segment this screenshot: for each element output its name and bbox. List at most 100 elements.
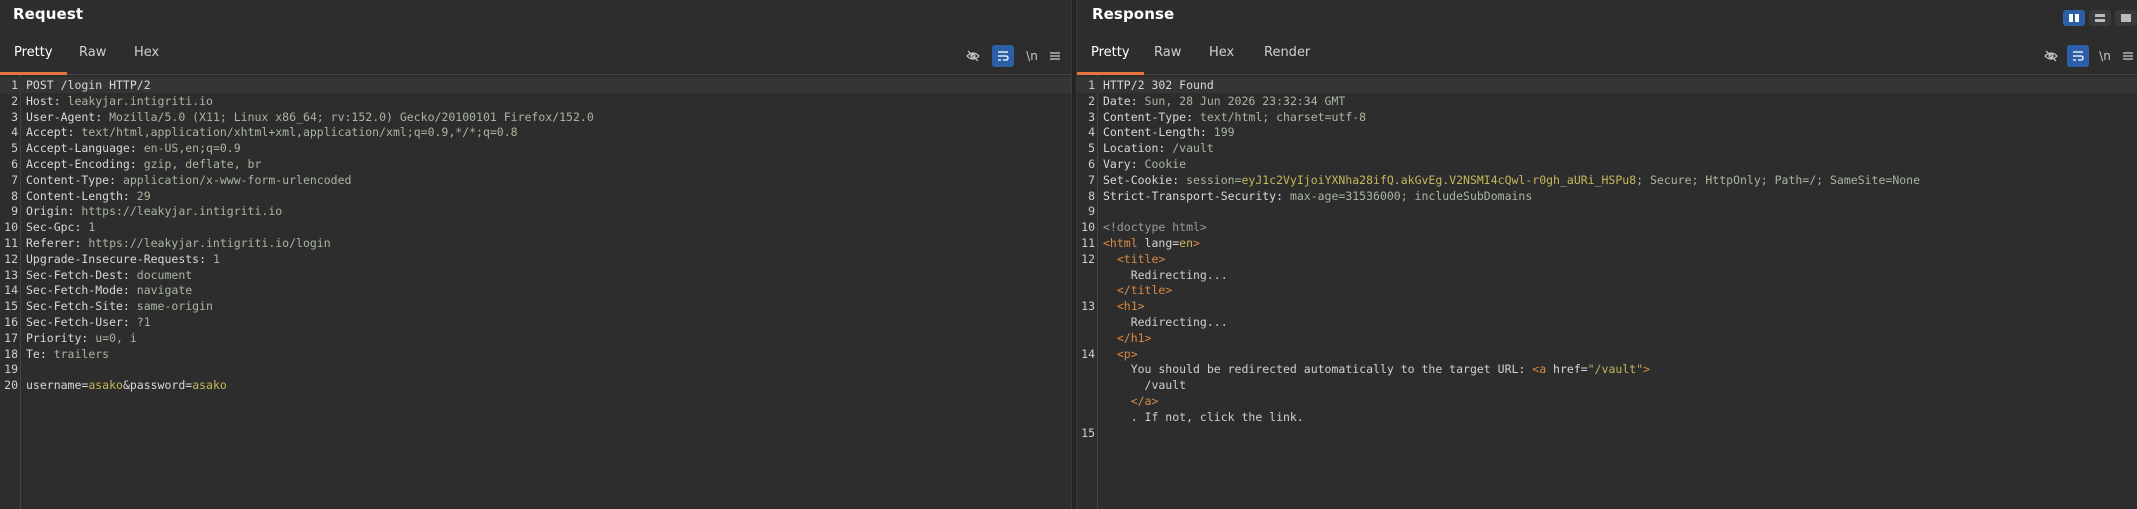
- code-token: Sec-Fetch-Dest:: [26, 267, 137, 282]
- line-number: 13: [1081, 299, 1095, 314]
- code-token: username=: [26, 378, 89, 393]
- response-tab-render[interactable]: Render: [1250, 38, 1324, 72]
- code-text: Host: leakyjar.intigriti.io: [26, 93, 213, 109]
- request-tab-pretty[interactable]: Pretty: [0, 38, 67, 75]
- response-editor[interactable]: 1 HTTP/2 302 Found 2 Date: Sun, 28 Jun 2026…: [1077, 75, 2137, 509]
- code-token: Content-Type:: [26, 172, 123, 187]
- code-token: 1: [212, 251, 220, 266]
- code-line: 2 Host: leakyjar.intigriti.io: [0, 93, 1071, 109]
- code-line: 14 <p>: [1077, 346, 2137, 362]
- line-number: 9: [11, 204, 18, 219]
- line-number: 5: [11, 141, 18, 156]
- request-pane: Request Pretty Raw Hex \n 1 POST /login H…: [0, 0, 1071, 509]
- code-token: Cookie: [1144, 157, 1187, 171]
- code-line: 17 Priority: u=0, i: [0, 330, 1071, 346]
- code-line: 6 Vary: Cookie: [1077, 156, 2137, 172]
- code-token: trailers: [53, 346, 110, 361]
- code-token: Date:: [1103, 93, 1145, 108]
- code-line: 12 <title>: [1077, 251, 2137, 267]
- code-line: 3 Content-Type: text/html; charset=utf-8: [1077, 109, 2137, 125]
- tabs-layout-icon[interactable]: [2115, 10, 2137, 26]
- code-token: <a: [1532, 362, 1554, 377]
- code-token: u=0, i: [95, 330, 137, 345]
- code-token: >: [1643, 362, 1650, 377]
- line-number: 1: [1088, 78, 1095, 92]
- split-vertical-icon[interactable]: [2089, 10, 2111, 26]
- code-token: User-Agent:: [26, 109, 110, 124]
- hide-icon[interactable]: [962, 45, 984, 67]
- code-line: </a>: [1077, 393, 2137, 409]
- line-number: 20: [4, 378, 18, 393]
- code-text: <html lang=en>: [1103, 235, 1200, 251]
- code-token: text/html; charset=utf-8: [1199, 109, 1367, 124]
- code-token: Set-Cookie:: [1103, 172, 1187, 187]
- code-token: Host:: [26, 93, 68, 108]
- split-horizontal-icon[interactable]: [2063, 10, 2085, 26]
- code-token: Sun, 28 Jun 2026 23:32:34 GMT: [1144, 93, 1346, 108]
- code-text: Sec-Fetch-Mode: navigate: [26, 282, 192, 298]
- code-token: navigate: [136, 283, 193, 298]
- code-text: HTTP/2 302 Found: [1103, 77, 1214, 93]
- code-text: You should be redirected automatically t…: [1103, 361, 1650, 377]
- code-token: Redirecting...: [1103, 315, 1228, 329]
- code-line: 13 Sec-Fetch-Dest: document: [0, 267, 1071, 283]
- line-number: 1: [11, 78, 18, 92]
- response-toolbar: \n: [2040, 45, 2137, 67]
- response-tab-hex[interactable]: Hex: [1195, 38, 1248, 72]
- menu-icon[interactable]: [1044, 45, 1066, 67]
- wrap-lines-icon[interactable]: [2067, 45, 2089, 67]
- line-number: 16: [4, 315, 18, 329]
- code-text: Sec-Fetch-Site: same-origin: [26, 298, 213, 314]
- line-number: 18: [4, 346, 18, 361]
- response-tab-pretty[interactable]: Pretty: [1077, 38, 1144, 75]
- code-text: Redirecting...: [1103, 267, 1228, 283]
- code-token: Location:: [1103, 141, 1173, 156]
- code-token: Mozilla/5.0 (X11; Linux x86_64; rv:152.0…: [109, 109, 594, 124]
- request-tab-raw[interactable]: Raw: [65, 38, 120, 72]
- code-token: Accept-Language:: [26, 141, 144, 156]
- code-token: You should be redirected automatically t…: [1103, 362, 1533, 377]
- code-token: session=: [1186, 172, 1242, 187]
- code-token: max-age=31536000; includeSubDomains: [1289, 188, 1533, 203]
- line-number: 7: [1088, 172, 1095, 187]
- response-pane: Response Pretty Raw Hex Render \n 1 HTTP/…: [1077, 0, 2137, 509]
- request-tab-hex[interactable]: Hex: [120, 38, 173, 72]
- code-text: Sec-Fetch-User: ?1: [26, 314, 151, 330]
- code-token: . If not, click the link.: [1103, 409, 1304, 424]
- line-number: 9: [1088, 204, 1095, 219]
- request-editor[interactable]: 1 POST /login HTTP/2 2 Host: leakyjar.intig…: [0, 75, 1071, 509]
- line-number: 14: [1081, 346, 1095, 361]
- code-text: Date: Sun, 28 Jun 2026 23:32:34 GMT: [1103, 93, 1345, 109]
- code-text: </a>: [1103, 393, 1159, 409]
- code-text: Strict-Transport-Security: max-age=31536…: [1103, 188, 1532, 204]
- line-number: 3: [11, 109, 18, 124]
- code-token: HTTP/2 302 Found: [1103, 78, 1214, 92]
- code-token: eyJ1c2VyIjoiYXNha28ifQ.akGvEg.V2NSMI4cQw…: [1241, 172, 1637, 187]
- menu-icon[interactable]: [2117, 45, 2137, 67]
- code-text: <!doctype html>: [1103, 219, 1207, 235]
- code-text: <h1>: [1103, 298, 1145, 314]
- newline-toggle[interactable]: \n: [1021, 45, 1043, 67]
- code-token: Sec-Fetch-Site:: [26, 299, 137, 314]
- line-number: 11: [4, 236, 18, 250]
- code-text: Content-Length: 29: [26, 188, 151, 204]
- response-title: Response: [1092, 5, 1175, 23]
- code-token: /vault: [1103, 378, 1187, 393]
- code-token: Accept:: [26, 125, 82, 140]
- code-line: 15 Sec-Fetch-Site: same-origin: [0, 298, 1071, 314]
- newline-toggle[interactable]: \n: [2094, 45, 2116, 67]
- code-text: Set-Cookie: session=eyJ1c2VyIjoiYXNha28i…: [1103, 172, 1920, 188]
- code-text: </h1>: [1103, 330, 1152, 346]
- response-tab-raw[interactable]: Raw: [1140, 38, 1195, 72]
- code-line: 20 username=asako&password=asako: [0, 377, 1071, 393]
- code-text: Content-Type: text/html; charset=utf-8: [1103, 109, 1366, 125]
- wrap-lines-icon[interactable]: [992, 45, 1014, 67]
- code-token: Vary:: [1103, 157, 1145, 171]
- line-number: 15: [1081, 425, 1095, 440]
- code-line: 10 Sec-Gpc: 1: [0, 219, 1071, 235]
- line-number: 8: [11, 188, 18, 203]
- hide-icon[interactable]: [2040, 45, 2062, 67]
- code-token: <html: [1103, 236, 1145, 250]
- code-line: 14 Sec-Fetch-Mode: navigate: [0, 282, 1071, 298]
- code-token: Strict-Transport-Security:: [1103, 188, 1290, 203]
